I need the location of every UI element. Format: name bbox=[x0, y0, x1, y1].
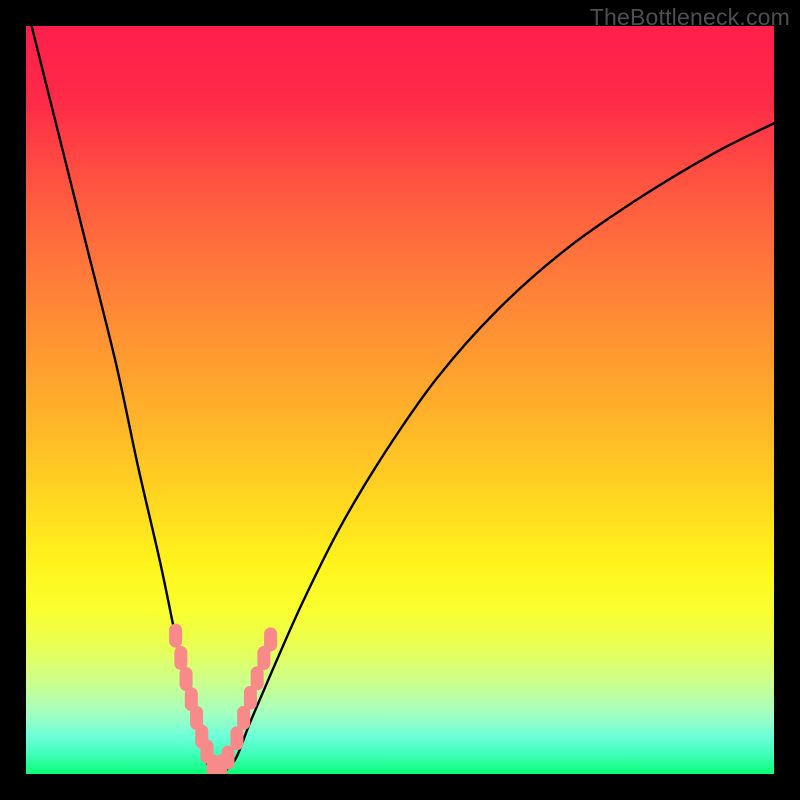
chart-svg bbox=[26, 26, 774, 774]
marker-dot bbox=[174, 646, 187, 670]
curve-path bbox=[26, 26, 774, 774]
marker-dot bbox=[169, 624, 182, 648]
watermark-text: TheBottleneck.com bbox=[590, 4, 790, 31]
marker-dot bbox=[237, 706, 250, 730]
plot-area bbox=[26, 26, 774, 774]
marker-dot bbox=[221, 746, 234, 770]
marker-dot bbox=[230, 726, 243, 750]
marker-dot bbox=[251, 666, 264, 690]
bottleneck-curve bbox=[26, 26, 774, 774]
marker-dot bbox=[264, 627, 277, 651]
